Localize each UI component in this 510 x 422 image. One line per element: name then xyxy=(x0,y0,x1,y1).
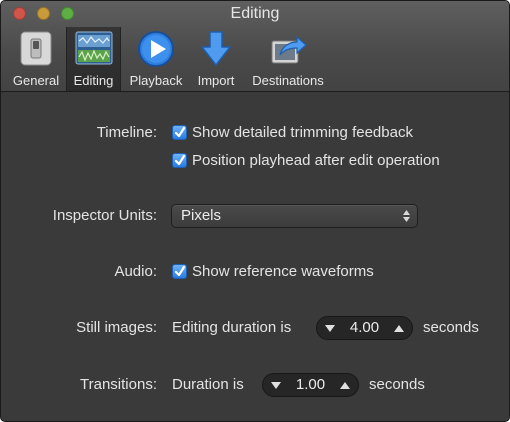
tab-playback-label: Playback xyxy=(129,73,183,88)
inspector-units-popup[interactable]: Pixels xyxy=(171,204,418,228)
still-images-prefix: Editing duration is xyxy=(172,319,292,336)
tab-general-label: General xyxy=(12,73,60,88)
download-arrow-icon xyxy=(200,31,232,67)
still-images-label: Still images: xyxy=(76,319,157,336)
reference-waveforms-checkbox[interactable] xyxy=(172,264,187,279)
trimming-feedback-label[interactable]: Show detailed trimming feedback xyxy=(192,123,413,143)
position-playhead-checkbox[interactable] xyxy=(172,153,187,168)
switch-icon xyxy=(20,31,52,66)
trimming-feedback-checkbox[interactable] xyxy=(172,125,187,140)
tab-editing[interactable]: Editing xyxy=(66,27,121,91)
timeline-label: Timeline: xyxy=(96,124,157,141)
tab-editing-label: Editing xyxy=(73,73,114,88)
inspector-units-value: Pixels xyxy=(181,207,222,224)
checkmark-icon xyxy=(174,265,186,277)
still-images-suffix: seconds xyxy=(423,319,479,336)
tab-destinations[interactable]: Destinations xyxy=(246,27,330,91)
window-title: Editing xyxy=(230,5,280,22)
editing-icon xyxy=(75,31,112,65)
checkmark-icon xyxy=(174,126,186,138)
tab-playback[interactable]: Playback xyxy=(125,27,187,91)
tab-import-label: Import xyxy=(197,73,235,88)
increment-arrow-icon[interactable] xyxy=(340,381,350,389)
preferences-window: Editing General Editing Playback Import … xyxy=(0,0,510,422)
transitions-prefix: Duration is xyxy=(172,376,244,393)
play-icon xyxy=(138,31,174,67)
transitions-label: Transitions: xyxy=(80,376,157,393)
transitions-suffix: seconds xyxy=(369,376,425,393)
increment-arrow-icon[interactable] xyxy=(394,324,404,332)
editing-preferences-pane: Timeline: Show detailed trimming feedbac… xyxy=(1,93,509,421)
reference-waveforms-label[interactable]: Show reference waveforms xyxy=(192,262,374,282)
inspector-units-label: Inspector Units: xyxy=(52,207,157,224)
position-playhead-label[interactable]: Position playhead after edit operation xyxy=(192,151,440,171)
transition-duration-stepper[interactable]: 1.00 xyxy=(262,373,359,397)
tab-destinations-label: Destinations xyxy=(252,73,324,88)
up-down-arrows-icon xyxy=(403,210,410,222)
tab-import[interactable]: Import xyxy=(193,27,239,91)
share-icon xyxy=(271,35,307,64)
tab-general[interactable]: General xyxy=(9,27,63,91)
toolbar: Editing General Editing Playback Import … xyxy=(1,1,509,92)
audio-label: Audio: xyxy=(114,263,157,280)
checkmark-icon xyxy=(174,154,186,166)
still-duration-stepper[interactable]: 4.00 xyxy=(316,316,413,340)
